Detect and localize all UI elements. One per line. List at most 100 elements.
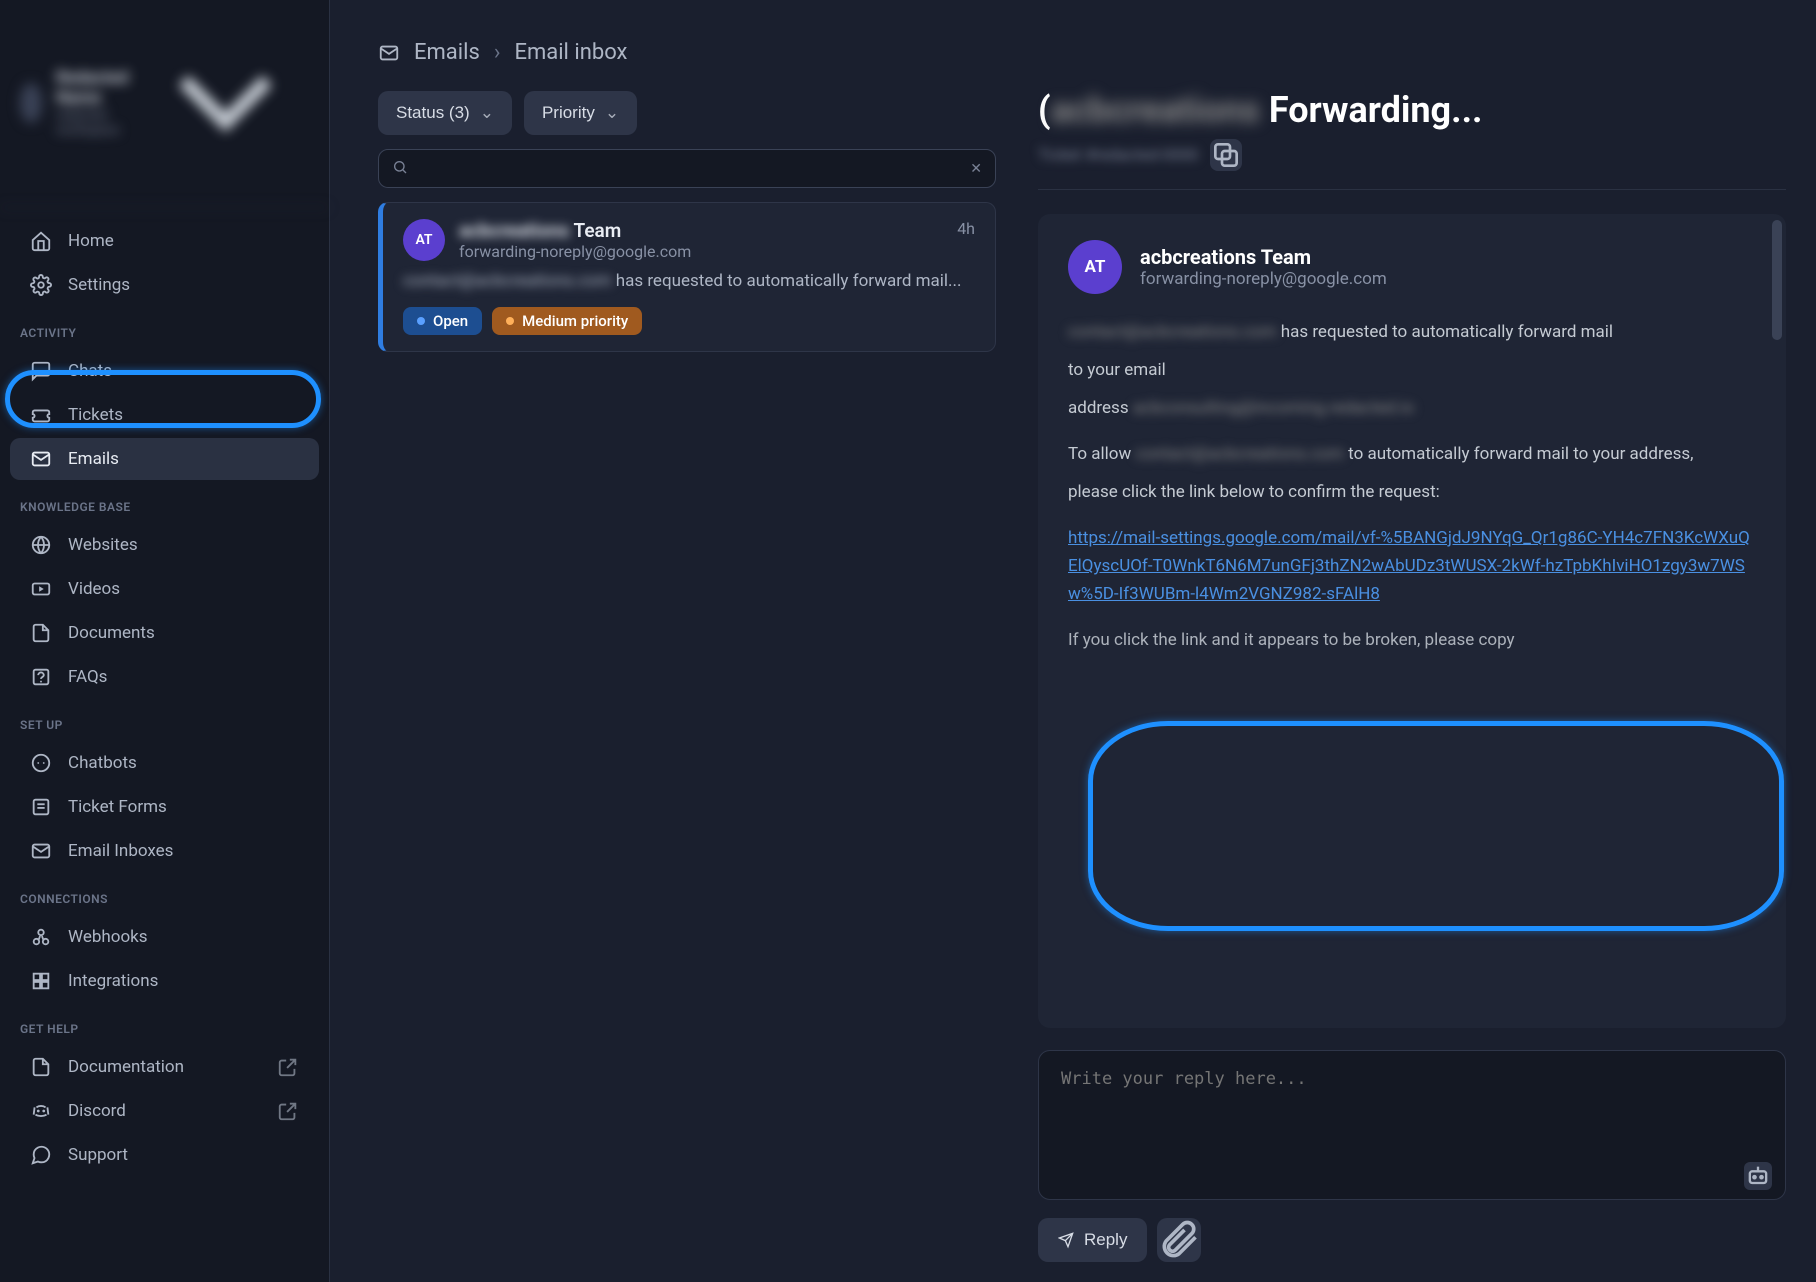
sidebar-item-faqs[interactable]: FAQs [10, 656, 319, 698]
copy-button[interactable] [1210, 139, 1242, 171]
message-body: contact@acbcreations.com has requested t… [1068, 318, 1756, 654]
section-heading: GET HELP [0, 1004, 329, 1044]
sidebar-item-label: Documentation [68, 1057, 184, 1077]
confirmation-link[interactable]: https://mail-settings.google.com/mail/vf… [1068, 528, 1750, 604]
ticket-icon [30, 404, 52, 426]
bot-icon [30, 752, 52, 774]
breadcrumb: Emails › Email inbox [330, 0, 1816, 91]
divider [1038, 189, 1786, 190]
integrations-icon [30, 970, 52, 992]
sidebar-item-integrations[interactable]: Integrations [10, 960, 319, 1002]
status-badge: Open [403, 307, 482, 335]
ai-assist-button[interactable] [1744, 1162, 1772, 1190]
mail-icon [30, 448, 52, 470]
gear-icon [30, 274, 52, 296]
user-block[interactable]: Redacted Name redacted workspace [0, 0, 329, 208]
status-filter[interactable]: Status (3) ⌄ [378, 91, 512, 135]
reply-area: Reply [1038, 1050, 1786, 1262]
form-icon [30, 796, 52, 818]
ticket-id: Ticket #redacted-0000 [1038, 145, 1198, 164]
sidebar-item-discord[interactable]: Discord [10, 1090, 319, 1132]
chevron-down-icon: ⌄ [605, 103, 619, 123]
email-time: 4h [957, 219, 975, 238]
sidebar-item-videos[interactable]: Videos [10, 568, 319, 610]
sidebar-item-tickets[interactable]: Tickets [10, 394, 319, 436]
sidebar-item-label: FAQs [68, 667, 107, 687]
inbox-icon [30, 840, 52, 862]
support-icon [30, 1144, 52, 1166]
sidebar-item-label: Chatbots [68, 753, 137, 773]
email-list-item[interactable]: AT acbcreations Team forwarding-noreply@… [378, 202, 996, 352]
priority-badge: Medium priority [492, 307, 642, 335]
email-preview: contact@acbcreations.com has requested t… [403, 269, 975, 295]
chevron-down-icon [142, 18, 309, 189]
reply-input[interactable] [1038, 1050, 1786, 1200]
chat-icon [30, 360, 52, 382]
sidebar-item-websites[interactable]: Websites [10, 524, 319, 566]
webhook-icon [30, 926, 52, 948]
email-title: acbcreations Team [459, 219, 943, 242]
sidebar-item-label: Ticket Forms [68, 797, 167, 817]
sidebar-item-label: Settings [68, 275, 130, 295]
priority-filter[interactable]: Priority ⌄ [524, 91, 637, 135]
email-detail-column: (acbcreations Forwarding... Ticket #reda… [1008, 91, 1816, 1282]
sidebar-item-webhooks[interactable]: Webhooks [10, 916, 319, 958]
external-link-icon [277, 1056, 299, 1078]
search-row: ✕ [378, 149, 996, 188]
sidebar-item-label: Websites [68, 535, 138, 555]
chevron-right-icon: › [494, 40, 501, 65]
mail-icon [378, 42, 400, 64]
detail-title: (acbcreations Forwarding... [1038, 91, 1786, 131]
email-from: forwarding-noreply@google.com [459, 242, 943, 261]
sidebar-item-settings[interactable]: Settings [10, 264, 319, 306]
sidebar-item-label: Integrations [68, 971, 158, 991]
sender-name: acbcreations Team [1140, 245, 1387, 269]
nav: Home Settings ACTIVITY Chats Tickets Emails KN… [0, 208, 329, 1282]
avatar: AT [1068, 240, 1122, 294]
avatar [20, 83, 42, 123]
section-heading: CONNECTIONS [0, 874, 329, 914]
sidebar-item-ticket-forms[interactable]: Ticket Forms [10, 786, 319, 828]
sidebar-item-label: Webhooks [68, 927, 148, 947]
reply-button[interactable]: Reply [1038, 1218, 1147, 1262]
sidebar-item-emails[interactable]: Emails [10, 438, 319, 480]
main: Emails › Email inbox Status (3) ⌄ Priori… [330, 0, 1816, 1282]
scrollbar[interactable] [1772, 220, 1782, 340]
sidebar-item-label: Videos [68, 579, 120, 599]
breadcrumb-leaf: Email inbox [514, 40, 627, 65]
faq-icon [30, 666, 52, 688]
section-heading: KNOWLEDGE BASE [0, 482, 329, 522]
attach-button[interactable] [1157, 1218, 1201, 1262]
sidebar-item-label: Documents [68, 623, 155, 643]
breadcrumb-root[interactable]: Emails [414, 40, 480, 65]
message-box: AT acbcreations Team forwarding-noreply@… [1038, 214, 1786, 1028]
sidebar-item-chats[interactable]: Chats [10, 350, 319, 392]
sender-email: forwarding-noreply@google.com [1140, 269, 1387, 289]
sidebar-item-support[interactable]: Support [10, 1134, 319, 1176]
sidebar-item-label: Chats [68, 361, 112, 381]
search-icon [392, 159, 408, 179]
user-name: Redacted Name [56, 68, 128, 108]
close-icon[interactable]: ✕ [970, 161, 982, 177]
section-heading: ACTIVITY [0, 308, 329, 348]
home-icon [30, 230, 52, 252]
sidebar-item-home[interactable]: Home [10, 220, 319, 262]
sidebar-item-label: Tickets [68, 405, 123, 425]
sidebar-item-label: Home [68, 231, 114, 251]
doc-icon [30, 622, 52, 644]
sidebar-item-label: Emails [68, 449, 119, 469]
email-list-column: Status (3) ⌄ Priority ⌄ ✕ AT acbcreation… [348, 91, 1008, 1282]
sidebar-item-documentation[interactable]: Documentation [10, 1046, 319, 1088]
external-link-icon [277, 1100, 299, 1122]
sidebar-item-label: Support [68, 1145, 128, 1165]
search-input[interactable] [378, 149, 996, 188]
chevron-down-icon: ⌄ [480, 103, 494, 123]
section-heading: SET UP [0, 700, 329, 740]
sidebar: Redacted Name redacted workspace Home Set… [0, 0, 330, 1282]
sidebar-item-chatbots[interactable]: Chatbots [10, 742, 319, 784]
sidebar-item-documents[interactable]: Documents [10, 612, 319, 654]
sidebar-item-email-inboxes[interactable]: Email Inboxes [10, 830, 319, 872]
sidebar-item-label: Discord [68, 1101, 126, 1121]
page-icon [30, 1056, 52, 1078]
globe-icon [30, 534, 52, 556]
